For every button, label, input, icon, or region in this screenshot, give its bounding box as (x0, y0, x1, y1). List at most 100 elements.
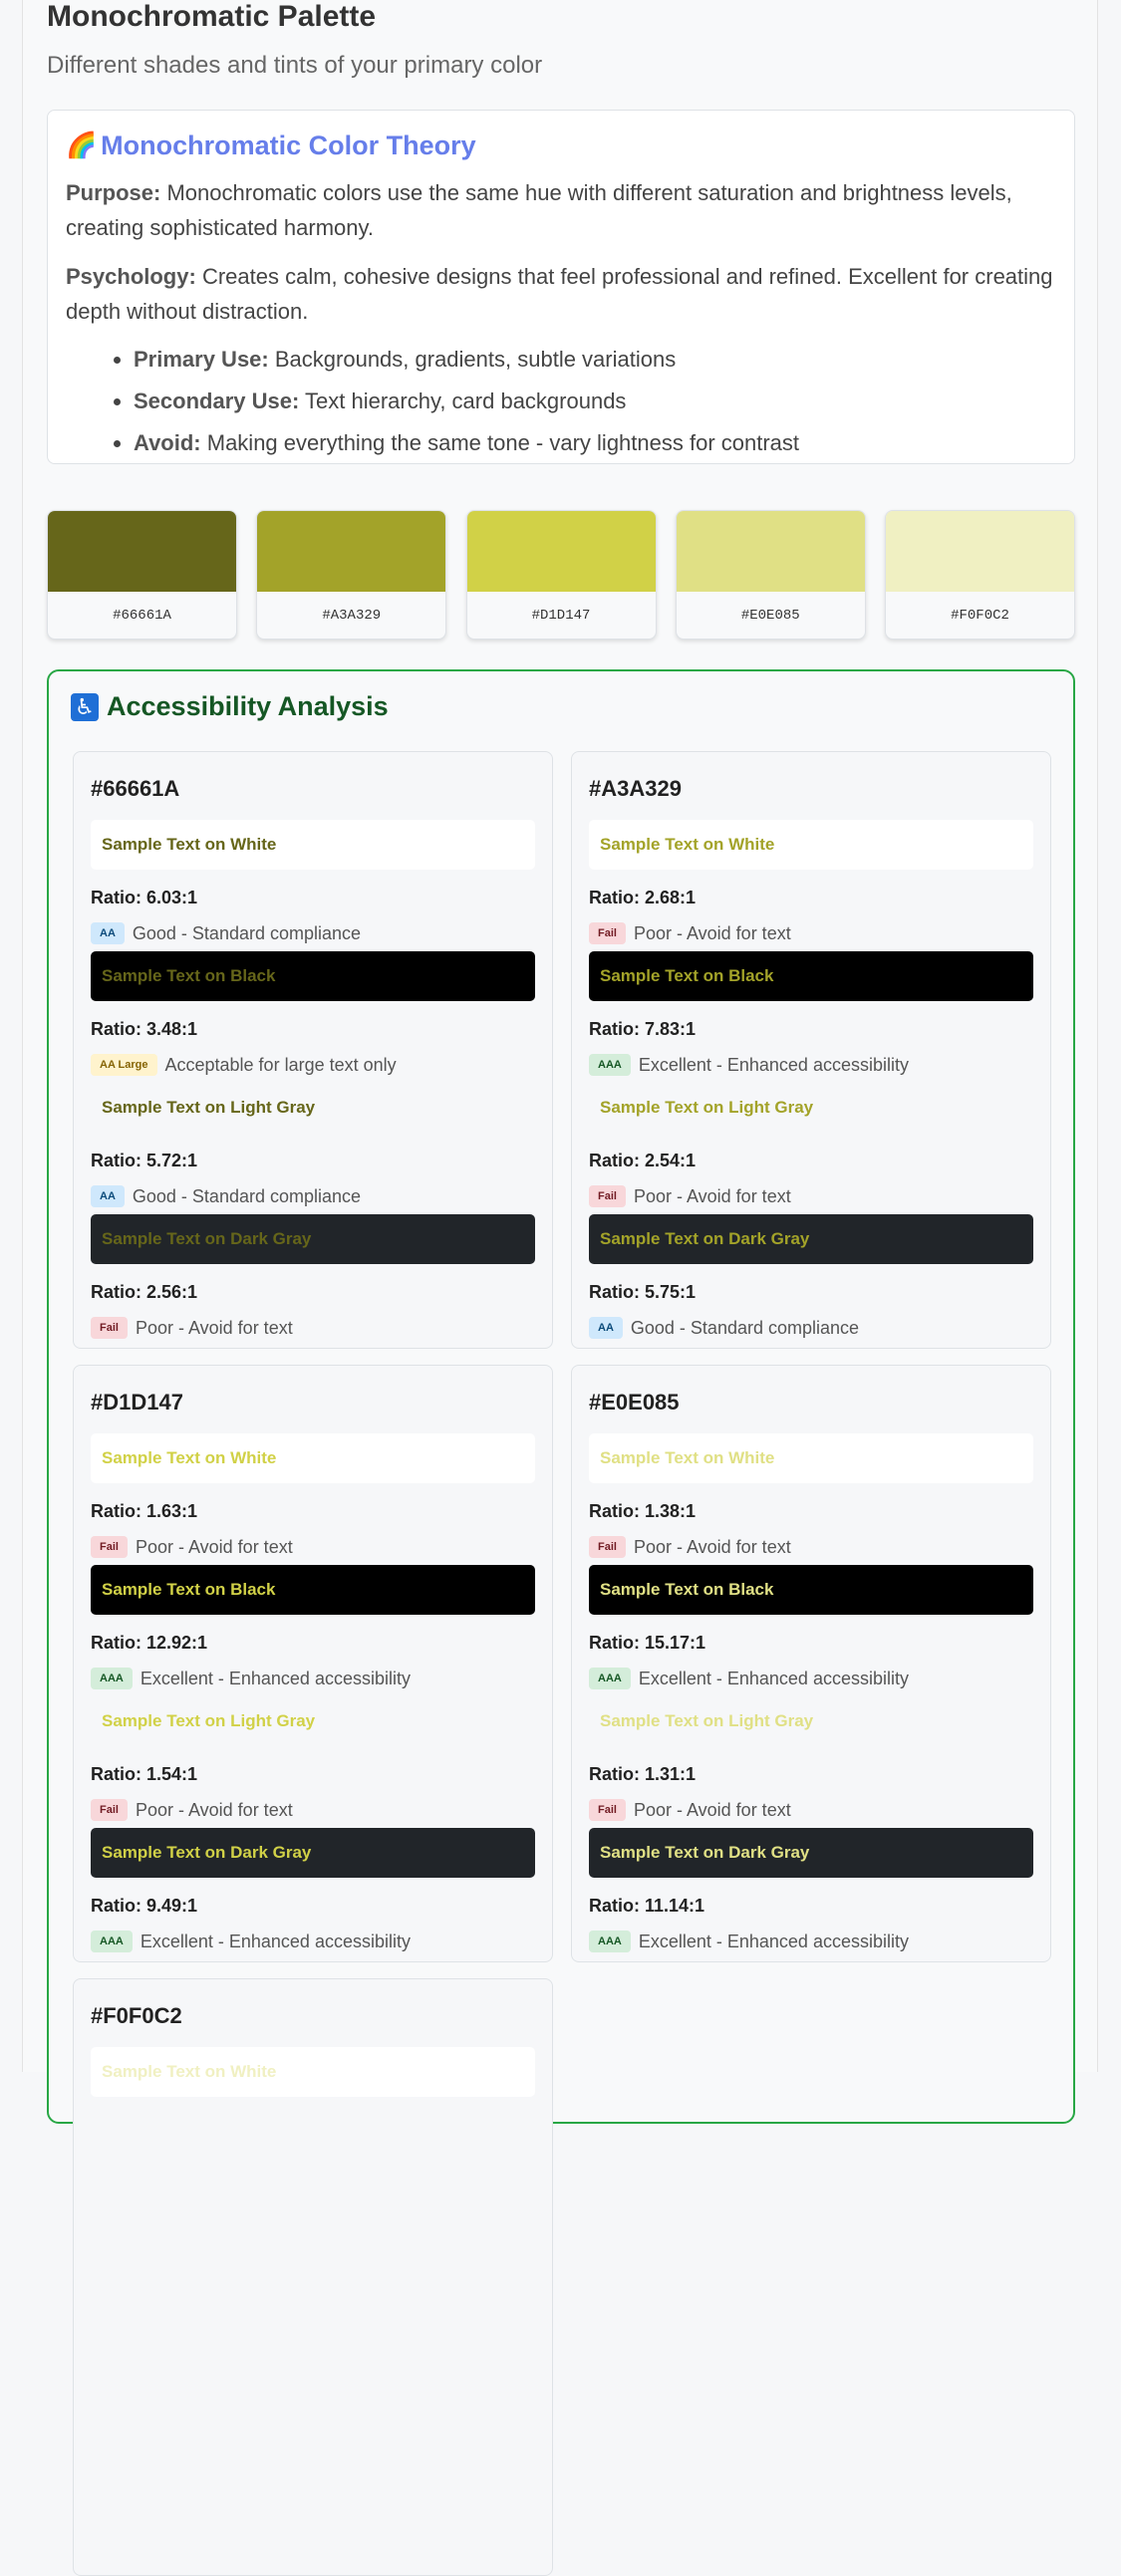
compliance-badge: Fail (589, 922, 626, 944)
compliance-badge: Fail (589, 1185, 626, 1207)
sample-text-white: Sample Text on White (91, 820, 535, 870)
rainbow-icon: 🌈 (66, 131, 98, 159)
usage-item-secondary: Secondary Use: Text hierarchy, card back… (134, 381, 1056, 422)
swatch-color-block (466, 511, 656, 592)
theory-heading-text: Monochromatic Color Theory (101, 130, 476, 160)
compliance-description: Excellent - Enhanced accessibility (638, 1931, 909, 1951)
compliance-badge: Fail (589, 1536, 626, 1558)
sample-text-white: Sample Text on White (91, 2047, 535, 2097)
compliance-badge: AA (589, 1317, 623, 1339)
usage-item-avoid: Avoid: Making everything the same tone -… (134, 422, 1056, 464)
palette-panel: Monochromatic Palette Different shades a… (22, 0, 1098, 2576)
compliance-rating: AA Good - Standard compliance (91, 921, 535, 945)
swatch-hex-label: #66661A (113, 608, 171, 624)
compliance-badge: AAA (589, 1054, 631, 1076)
contrast-ratio: Ratio: 6.03:1 (91, 888, 198, 907)
contrast-ratio: Ratio: 1.54:1 (91, 1764, 198, 1784)
purpose-text: Monochromatic colors use the same hue wi… (66, 180, 1012, 240)
contrast-card: #D1D147 Sample Text on White Ratio: 1.63:1… (73, 1365, 553, 1962)
compliance-rating: AAA Excellent - Enhanced accessibility (91, 1930, 535, 1953)
contrast-ratio: Ratio: 2.68:1 (589, 888, 697, 907)
accessibility-heading-text: Accessibility Analysis (107, 691, 389, 721)
compliance-rating: Fail Poor - Avoid for text (91, 1798, 535, 1822)
swatch-hex-label: #A3A329 (322, 608, 382, 624)
compliance-description: Poor - Avoid for text (135, 1317, 293, 1338)
contrast-ratio: Ratio: 5.75:1 (589, 1282, 697, 1302)
compliance-rating: AA Good - Standard compliance (91, 1184, 535, 1208)
swatch-color-block (257, 511, 446, 592)
compliance-rating: Fail Poor - Avoid for text (589, 1798, 1033, 1822)
color-swatch[interactable]: #66661A (47, 510, 237, 640)
color-theory-box: 🌈 Monochromatic Color Theory Purpose: Mo… (47, 110, 1075, 464)
compliance-badge: Fail (91, 1317, 128, 1339)
contrast-ratio: Ratio: 1.63:1 (91, 1501, 198, 1521)
compliance-description: Good - Standard compliance (630, 1317, 860, 1338)
card-hex-title: #D1D147 (91, 1390, 183, 1415)
compliance-rating: AAA Excellent - Enhanced accessibility (589, 1053, 1033, 1077)
contrast-ratio: Ratio: 2.56:1 (91, 1282, 198, 1302)
compliance-description: Poor - Avoid for text (135, 1799, 293, 1820)
sample-text-light: Sample Text on Light Gray (102, 1098, 316, 1117)
card-hex-title: #A3A329 (589, 776, 682, 801)
compliance-rating: Fail Poor - Avoid for text (91, 1316, 535, 1340)
contrast-ratio: Ratio: 1.38:1 (589, 1501, 697, 1521)
contrast-card: #E0E085 Sample Text on White Ratio: 1.38:1… (571, 1365, 1051, 1962)
psychology-paragraph: Psychology: Creates calm, cohesive desig… (66, 259, 1056, 329)
purpose-label: Purpose: (66, 180, 161, 205)
sample-text-light: Sample Text on Light Gray (600, 1711, 814, 1730)
usage-label: Secondary Use: (134, 388, 300, 413)
compliance-badge: Fail (589, 1799, 626, 1821)
sample-text-dark: Sample Text on Dark Gray (91, 1828, 535, 1878)
compliance-rating: AAA Excellent - Enhanced accessibility (589, 1667, 1033, 1690)
sample-text-black: Sample Text on Black (91, 1565, 535, 1615)
sample-text-black: Sample Text on Black (91, 951, 535, 1001)
contrast-ratio: Ratio: 7.83:1 (589, 1019, 697, 1039)
psychology-label: Psychology: (66, 264, 196, 289)
compliance-rating: Fail Poor - Avoid for text (589, 1184, 1033, 1208)
compliance-badge: AA Large (91, 1054, 157, 1076)
sample-text-white: Sample Text on White (589, 820, 1033, 870)
compliance-description: Poor - Avoid for text (633, 1536, 791, 1557)
contrast-ratio: Ratio: 1.31:1 (589, 1764, 697, 1784)
usage-label: Primary Use: (134, 347, 269, 372)
compliance-description: Good - Standard compliance (132, 1185, 362, 1206)
usage-text: Making everything the same tone - vary l… (206, 430, 800, 455)
contrast-ratio: Ratio: 5.72:1 (91, 1151, 198, 1170)
card-hex-title: #F0F0C2 (91, 2003, 182, 2028)
compliance-badge: AA (91, 922, 125, 944)
contrast-ratio: Ratio: 3.48:1 (91, 1019, 198, 1039)
compliance-badge: AAA (91, 1668, 133, 1689)
accessibility-analysis: ♿ Accessibility Analysis #66661A Sample T… (47, 669, 1075, 2576)
compliance-description: Excellent - Enhanced accessibility (638, 1668, 909, 1688)
color-swatch[interactable]: #D1D147 (465, 510, 657, 640)
contrast-ratio: Ratio: 9.49:1 (91, 1896, 198, 1916)
compliance-rating: AA Large Acceptable for large text only (91, 1053, 535, 1077)
page-title: Monochromatic Palette (47, 0, 377, 33)
swatch-row: #66661A #A3A329 #D1D147 #E0E085 #F0F0C2 (47, 510, 1075, 640)
compliance-description: Excellent - Enhanced accessibility (140, 1668, 411, 1688)
compliance-rating: AAA Excellent - Enhanced accessibility (91, 1667, 535, 1690)
card-hex-title: #E0E085 (589, 1390, 680, 1415)
contrast-ratio: Ratio: 11.14:1 (589, 1896, 705, 1916)
sample-text-white: Sample Text on White (589, 1433, 1033, 1483)
wheelchair-icon: ♿ (71, 692, 99, 721)
compliance-rating: Fail Poor - Avoid for text (91, 1535, 535, 1559)
color-swatch[interactable]: #E0E085 (675, 510, 866, 640)
compliance-description: Excellent - Enhanced accessibility (638, 1054, 909, 1075)
compliance-description: Poor - Avoid for text (135, 1536, 293, 1557)
compliance-description: Good - Standard compliance (132, 922, 362, 943)
compliance-badge: Fail (91, 1536, 128, 1558)
compliance-badge: Fail (91, 1799, 128, 1821)
usage-item-primary: Primary Use: Backgrounds, gradients, sub… (134, 339, 1056, 381)
color-swatch[interactable]: #A3A329 (256, 510, 447, 640)
compliance-description: Excellent - Enhanced accessibility (140, 1931, 411, 1951)
contrast-card: #66661A Sample Text on White Ratio: 6.03:1… (73, 751, 553, 1349)
compliance-rating: AAA Excellent - Enhanced accessibility (589, 1930, 1033, 1953)
sample-text-dark: Sample Text on Dark Gray (91, 1214, 535, 1264)
compliance-rating: Fail Poor - Avoid for text (589, 1535, 1033, 1559)
theory-heading: 🌈 Monochromatic Color Theory (66, 130, 1056, 161)
color-swatch[interactable]: #F0F0C2 (885, 510, 1075, 640)
compliance-rating: Fail Poor - Avoid for text (589, 921, 1033, 945)
contrast-ratio: Ratio: 12.92:1 (91, 1633, 208, 1653)
psychology-text: Creates calm, cohesive designs that feel… (66, 264, 1053, 324)
